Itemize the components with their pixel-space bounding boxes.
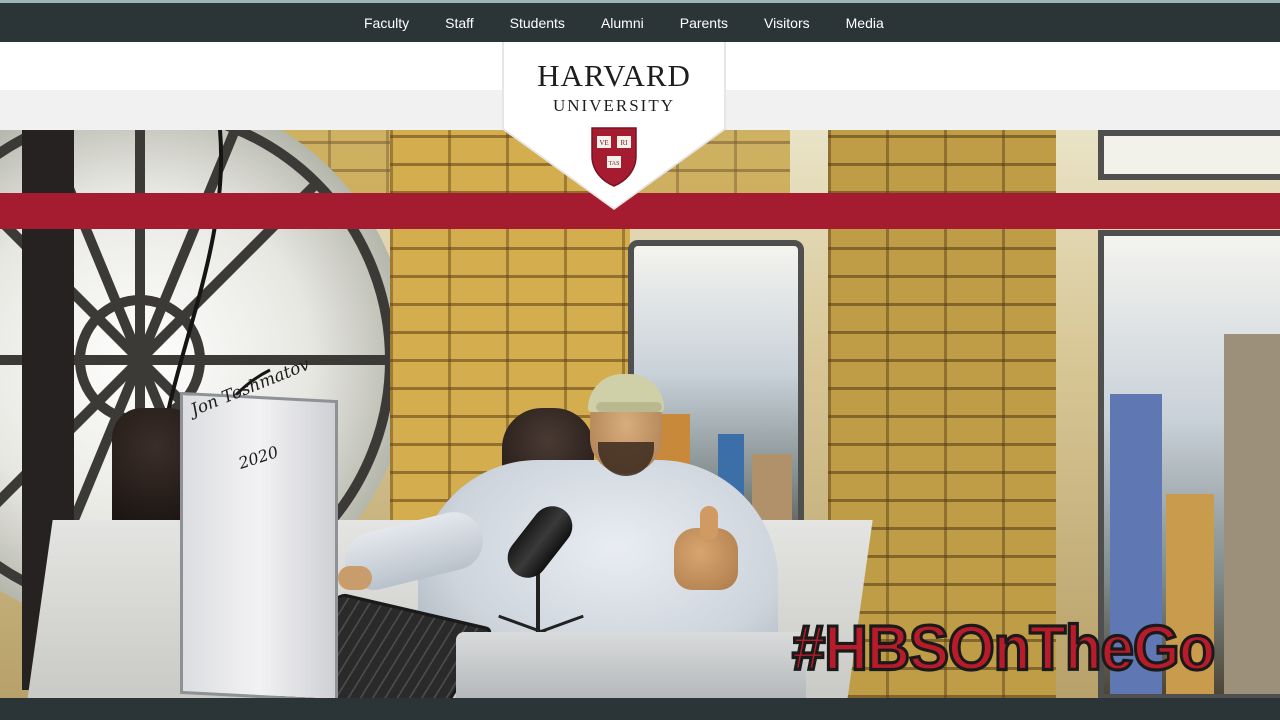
shield-text-ve: VE xyxy=(599,139,608,147)
top-nav-list: Faculty Staff Students Alumni Parents Vi… xyxy=(346,3,902,42)
nav-item-visitors[interactable]: Visitors xyxy=(764,15,810,31)
harvard-veritas-shield-icon: VE RI TAS xyxy=(591,127,637,187)
city-window-top-right xyxy=(1098,130,1280,180)
nav-item-alumni[interactable]: Alumni xyxy=(601,15,644,31)
page-root: Faculty Staff Students Alumni Parents Vi… xyxy=(0,0,1280,720)
nav-item-parents[interactable]: Parents xyxy=(680,15,728,31)
nav-item-media[interactable]: Media xyxy=(846,15,884,31)
nav-item-faculty[interactable]: Faculty xyxy=(364,15,409,31)
shield-text-ri: RI xyxy=(621,139,629,147)
bottom-bar xyxy=(0,698,1280,720)
thumbs-up-thumb xyxy=(700,506,718,540)
laptop xyxy=(456,632,806,698)
nav-item-staff[interactable]: Staff xyxy=(445,15,474,31)
crimson-stripe xyxy=(0,193,1280,229)
logo-subtitle: UNIVERSITY xyxy=(553,96,675,115)
skyscraper xyxy=(1224,334,1280,694)
person-cap-brim xyxy=(596,402,662,412)
whiteboard-screen xyxy=(180,391,338,698)
shield-text-tas: TAS xyxy=(609,161,620,167)
logo-title: HARVARD xyxy=(537,58,691,93)
hashtag-overlay: #HBSOnTheGo xyxy=(790,611,1216,685)
person-hand xyxy=(338,566,372,590)
top-nav: Faculty Staff Students Alumni Parents Vi… xyxy=(0,0,1280,42)
nav-item-students[interactable]: Students xyxy=(510,15,565,31)
